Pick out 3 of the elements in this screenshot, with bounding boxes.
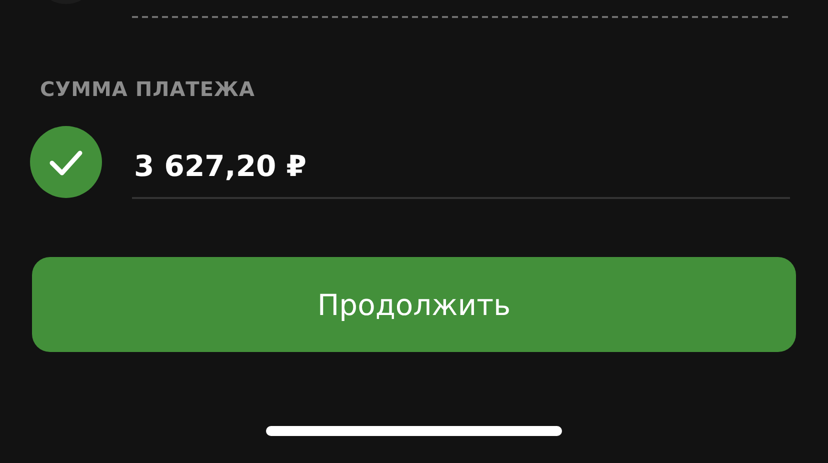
section-label: СУММА ПЛАТЕЖА: [40, 77, 256, 101]
continue-button[interactable]: Продолжить: [32, 257, 796, 352]
amount-field[interactable]: 3 627,20 ₽: [132, 135, 790, 199]
